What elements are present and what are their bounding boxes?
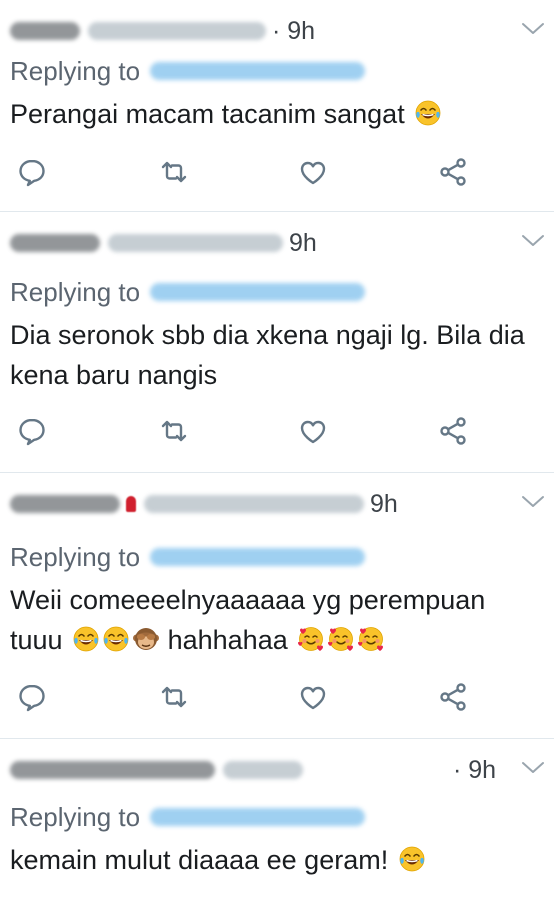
author-handle-blurred[interactable]	[88, 22, 266, 40]
tweet-timestamp: · 9h	[453, 755, 497, 784]
chevron-down-icon[interactable]	[520, 230, 546, 250]
chevron-down-icon[interactable]	[520, 491, 546, 511]
share-icon[interactable]	[436, 155, 470, 189]
replying-to: Replying to	[10, 540, 366, 574]
replying-to-label: Replying to	[10, 55, 141, 86]
tweet-text-content: Dia seronok sbb dia xkena ngaji lg. Bila…	[10, 320, 525, 390]
tweet-actions	[0, 155, 554, 195]
face-with-tears-of-joy-emoji	[72, 625, 100, 653]
smiling-face-with-hearts-emoji	[357, 625, 385, 653]
author-name-blurred[interactable]	[10, 22, 80, 40]
tweet-text: kemain mulut diaaaa ee geram!	[10, 840, 540, 880]
tweet-text: Perangai macam tacanim sangat	[10, 94, 540, 134]
tweet-text-content: kemain mulut diaaaa ee geram!	[10, 845, 389, 875]
tweet-timestamp: · 9h	[272, 16, 316, 45]
tweet-card[interactable]: · 9h Replying to kemain mulut diaaaa ee …	[0, 739, 554, 905]
author-handle-blurred[interactable]	[223, 761, 303, 779]
tweet-actions	[0, 680, 554, 720]
share-icon[interactable]	[436, 414, 470, 448]
replying-to-label: Replying to	[10, 801, 141, 832]
face-with-tears-of-joy-emoji	[398, 845, 426, 873]
tweet-header: 9h	[10, 487, 398, 521]
retweet-icon[interactable]	[157, 680, 191, 714]
replying-to-label: Replying to	[10, 276, 141, 307]
author-name-blurred[interactable]	[10, 495, 120, 513]
chevron-down-icon[interactable]	[520, 18, 546, 38]
author-name-blurred[interactable]	[10, 234, 100, 252]
replying-to: Replying to	[10, 54, 366, 88]
share-icon[interactable]	[436, 680, 470, 714]
mention-link-blurred[interactable]	[150, 62, 366, 80]
heart-icon[interactable]	[296, 155, 330, 189]
tweet-text: Weii comeeeelnyaaaaaa yg perempuan tuuu …	[10, 580, 540, 660]
mention-link-blurred[interactable]	[150, 283, 366, 301]
face-with-tears-of-joy-emoji	[102, 625, 130, 653]
tweet-timestamp: 9h	[370, 489, 398, 518]
mention-link-blurred[interactable]	[150, 808, 366, 826]
face-with-tears-of-joy-emoji	[414, 99, 442, 127]
tweet-card[interactable]: 9h Replying to Weii comeeeelnyaaaaaa yg …	[0, 473, 554, 739]
tweet-text: Dia seronok sbb dia xkena ngaji lg. Bila…	[10, 315, 540, 395]
chevron-down-icon[interactable]	[520, 757, 546, 777]
heart-icon[interactable]	[296, 414, 330, 448]
see-no-evil-monkey-emoji	[132, 625, 160, 653]
smiling-face-with-hearts-emoji	[327, 625, 355, 653]
reply-icon[interactable]	[15, 155, 49, 189]
author-handle-blurred[interactable]	[144, 495, 364, 513]
mention-link-blurred[interactable]	[150, 548, 366, 566]
tweet-card[interactable]: · 9h Replying to Perangai macam tacanim …	[0, 0, 554, 212]
tweet-timestamp: 9h	[289, 228, 317, 257]
tweet-actions	[0, 414, 554, 454]
author-handle-blurred[interactable]	[108, 234, 283, 252]
replying-to: Replying to	[10, 800, 366, 834]
tweet-card[interactable]: 9h Replying to Dia seronok sbb dia xkena…	[0, 212, 554, 473]
tweet-header: · 9h	[10, 753, 496, 787]
tweet-text-content: Perangai macam tacanim sangat	[10, 99, 405, 129]
tweet-text-content: hahhahaa	[167, 625, 288, 655]
author-name-blurred[interactable]	[10, 761, 215, 779]
retweet-icon[interactable]	[157, 414, 191, 448]
heart-icon[interactable]	[296, 680, 330, 714]
replying-to-label: Replying to	[10, 541, 141, 572]
tweet-header: · 9h	[10, 14, 315, 48]
retweet-icon[interactable]	[157, 155, 191, 189]
rose-emoji	[126, 496, 136, 512]
reply-icon[interactable]	[15, 680, 49, 714]
smiling-face-with-hearts-emoji	[297, 625, 325, 653]
tweet-header: 9h	[10, 226, 317, 260]
replying-to: Replying to	[10, 275, 366, 309]
reply-icon[interactable]	[15, 414, 49, 448]
